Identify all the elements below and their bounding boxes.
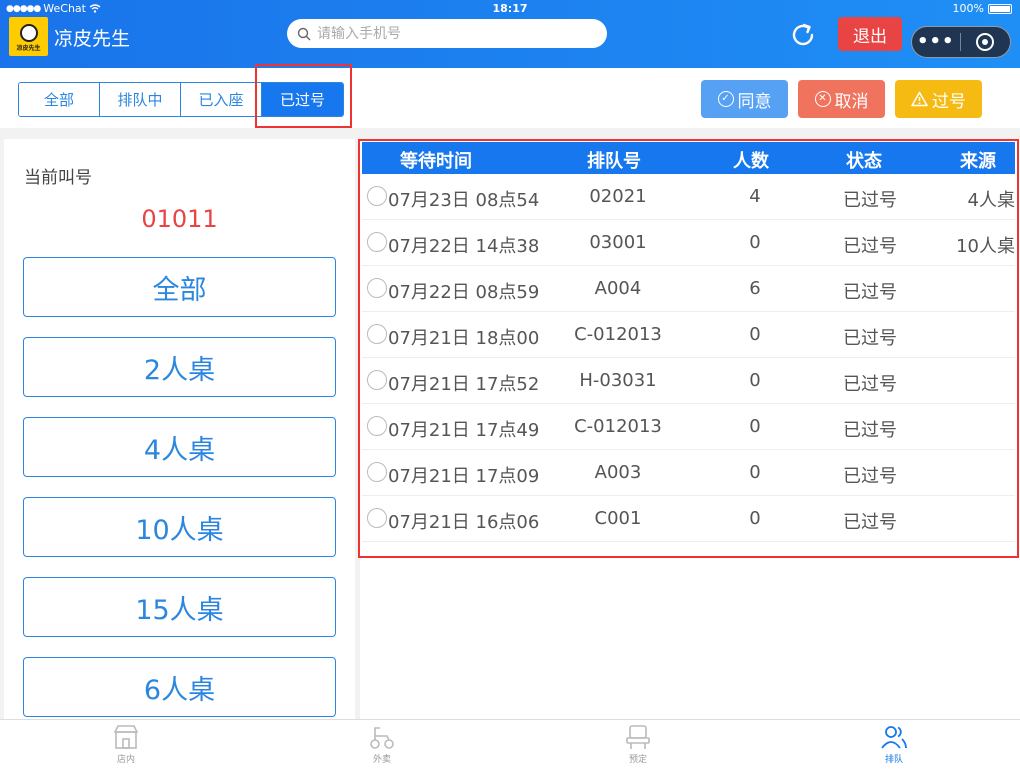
battery-percent: 100%	[952, 2, 984, 15]
users-icon	[881, 726, 907, 749]
check-circle-icon: ✓	[717, 91, 734, 107]
scooter-icon	[370, 727, 394, 749]
active-tab-highlight	[255, 64, 352, 128]
refresh-icon[interactable]	[788, 20, 818, 50]
chair-icon	[626, 725, 650, 749]
app-header: ●●●●● WeChat 18:17 100% 凉皮先生 凉皮先生 退出 •••	[0, 0, 1020, 68]
tab-seated[interactable]: 已入座	[181, 83, 262, 116]
mascot-icon	[19, 23, 38, 42]
x-circle-icon: ✕	[814, 91, 831, 107]
brand-name: 凉皮先生	[54, 28, 131, 50]
search-icon	[297, 27, 311, 40]
current-call-number: 01011	[141, 205, 218, 233]
bottom-nav: 店内 外卖 预定 排队	[0, 719, 1020, 770]
tab-queuing[interactable]: 排队中	[100, 83, 181, 116]
warning-icon	[911, 91, 928, 107]
pass-button[interactable]: 过号	[895, 80, 982, 118]
phone-search-input[interactable]	[317, 25, 587, 42]
close-miniprogram-icon[interactable]	[961, 33, 1011, 51]
status-bar: ●●●●● WeChat 18:17 100%	[0, 0, 1020, 18]
table-filter-4[interactable]: 4人桌	[23, 417, 336, 477]
table-filter-10[interactable]: 10人桌	[23, 497, 336, 557]
miniprogram-capsule: •••	[911, 26, 1011, 58]
table-filter-6[interactable]: 6人桌	[23, 657, 336, 717]
nav-queue[interactable]: 排队	[854, 724, 934, 765]
nav-reserve[interactable]: 预定	[598, 724, 678, 765]
tab-all[interactable]: 全部	[19, 83, 100, 116]
logo-text: 凉皮先生	[16, 44, 41, 52]
search-box	[287, 19, 607, 48]
call-panel: 当前叫号 01011 全部 2人桌 4人桌 10人桌 15人桌 6人桌	[4, 139, 355, 719]
agree-button[interactable]: ✓ 同意	[701, 80, 788, 118]
table-filter-15[interactable]: 15人桌	[23, 577, 336, 637]
cancel-button[interactable]: ✕ 取消	[798, 80, 885, 118]
more-icon[interactable]: •••	[912, 33, 960, 51]
table-filter-all[interactable]: 全部	[23, 257, 336, 317]
nav-takeout[interactable]: 外卖	[342, 724, 422, 765]
queue-list-highlight	[358, 139, 1019, 558]
nav-store[interactable]: 店内	[86, 724, 166, 765]
status-time: 18:17	[492, 2, 528, 15]
current-call-label: 当前叫号	[24, 168, 92, 188]
battery-icon	[988, 3, 1012, 14]
logout-button[interactable]: 退出	[838, 17, 902, 51]
brand-logo: 凉皮先生	[9, 17, 48, 56]
store-icon	[113, 725, 139, 749]
table-filter-2[interactable]: 2人桌	[23, 337, 336, 397]
